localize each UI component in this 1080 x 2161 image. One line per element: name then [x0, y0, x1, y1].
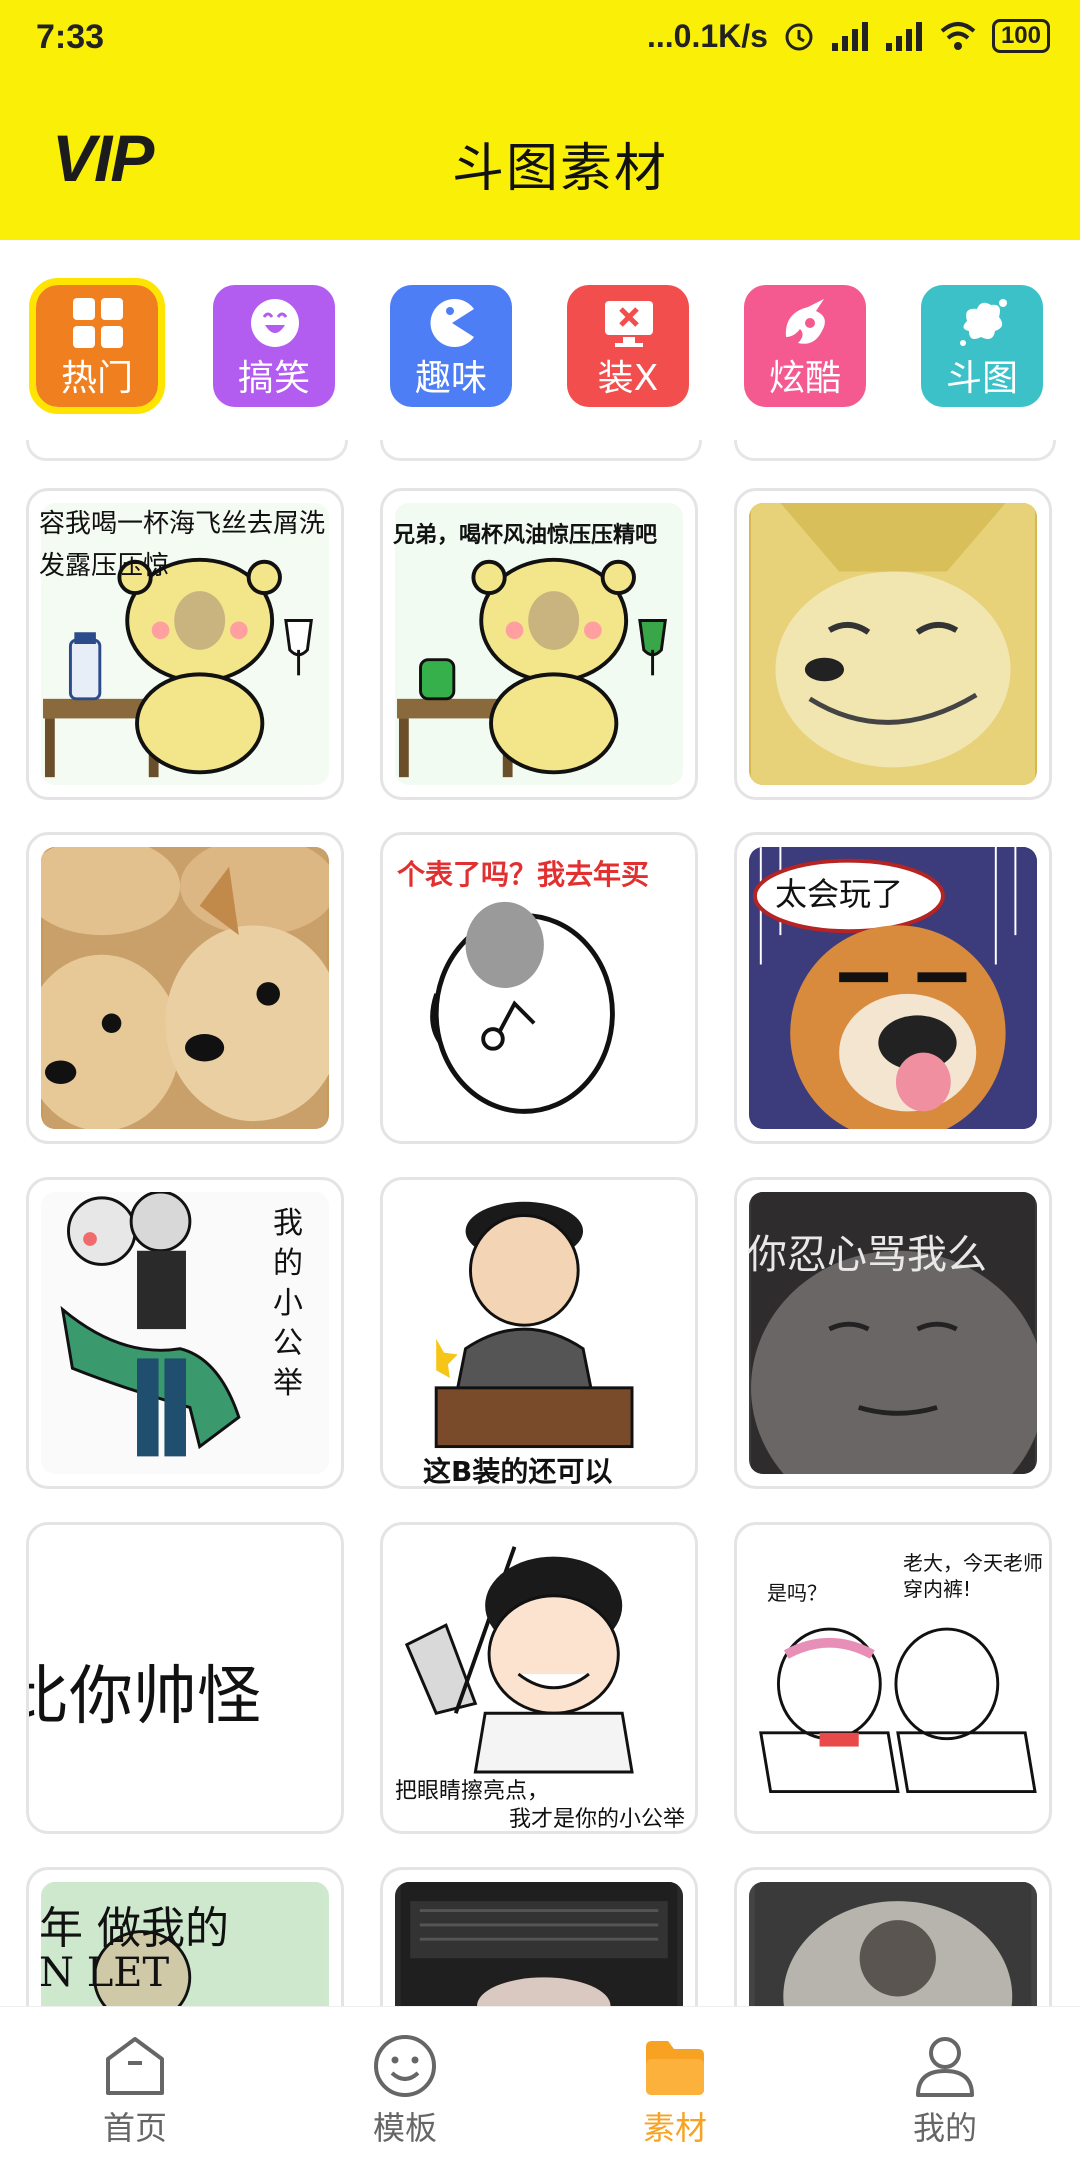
network-speed: ...0.1K/s: [647, 17, 768, 54]
category-interesting[interactable]: 趣味: [390, 285, 512, 407]
fluffy-cat-illustration: [754, 1882, 1032, 2006]
meme-caption: 老大，今天老师: [903, 1551, 1043, 1575]
battery-icon: 100: [991, 19, 1050, 53]
meme-caption: 个表了吗？我去年买: [397, 858, 650, 891]
meme-image: [395, 1882, 683, 2006]
nav-home[interactable]: 首页: [0, 2007, 270, 2161]
battery-level: 100: [1000, 22, 1041, 49]
meme-caption-line2: 我才是你的小公举: [509, 1807, 686, 1832]
person-icon: [916, 2037, 974, 2097]
meme-caption: 年 做我的: [39, 1903, 229, 1954]
caption-char: 举: [273, 1366, 303, 1401]
category-show-off[interactable]: 装X: [567, 285, 689, 407]
meme-card[interactable]: 容我喝一杯海飞丝去屑洗 发露压压惊: [26, 488, 344, 800]
signal-icon-2: [885, 22, 922, 51]
category-meme-battle[interactable]: 斗图: [921, 285, 1043, 407]
meme-card[interactable]: [734, 1867, 1052, 2006]
meme-image: [749, 1882, 1037, 2006]
meme-image: [395, 1192, 683, 1474]
category-label: 炫酷: [768, 358, 841, 399]
nav-mine[interactable]: 我的: [810, 2007, 1080, 2161]
meme-card[interactable]: 你忍心骂我么: [734, 1177, 1052, 1489]
meme-card[interactable]: [26, 832, 344, 1144]
meme-card[interactable]: 这B装的还可以: [380, 1177, 698, 1489]
page-title: 斗图素材: [451, 139, 668, 199]
category-label: 搞笑: [237, 358, 310, 399]
meme-caption: 你忍心骂我么: [747, 1232, 987, 1278]
meme-caption-line2: 发露压压惊: [39, 551, 170, 581]
meme-card[interactable]: 兄弟，喝杯风油惊压压精吧: [380, 488, 698, 800]
nav-materials[interactable]: 素材: [540, 2007, 810, 2161]
meme-card[interactable]: 个表了吗？我去年买: [380, 832, 698, 1144]
grid-icon: [73, 298, 123, 348]
status-time: 7:33: [36, 18, 105, 56]
doge-collage-illustration: [41, 847, 329, 1129]
screen-x-icon: [605, 301, 653, 347]
podium-man-illustration: [434, 1201, 634, 1449]
partial-card: [26, 440, 348, 461]
meme-card[interactable]: [380, 1867, 698, 2006]
nav-label: 首页: [102, 2109, 167, 2147]
meme-card[interactable]: [734, 488, 1052, 800]
meme-card[interactable]: 我 的 小 公 举: [26, 1177, 344, 1489]
signal-icon: [831, 22, 868, 51]
category-funny[interactable]: 搞笑: [213, 285, 335, 407]
alarm-icon: [785, 23, 813, 51]
status-bar-right: ...0.1K/s 100: [647, 14, 1050, 58]
meme-card[interactable]: 年 做我的 N LET: [26, 1867, 344, 2006]
partial-card: [734, 440, 1056, 461]
category-label: 趣味: [414, 358, 487, 399]
splash-icon: [960, 299, 1007, 346]
app-header: 7:33 ...0.1K/s 100 VIP 斗图素材: [0, 0, 1080, 240]
partial-card: [380, 440, 702, 461]
meme-caption: 这B装的还可以: [423, 1455, 613, 1488]
meme-image: [41, 847, 329, 1129]
meme-card[interactable]: 把眼睛擦亮点， 我才是你的小公举: [380, 1522, 698, 1834]
meme-card[interactable]: 比你帅怪: [26, 1522, 344, 1834]
category-label: 装X: [597, 358, 659, 399]
doge-smile-illustration: [751, 503, 1035, 785]
nav-label: 模板: [372, 2109, 437, 2147]
smiley-icon: [374, 2035, 436, 2097]
category-cool[interactable]: 炫酷: [744, 285, 866, 407]
meme-caption: 兄弟，喝杯风油惊压压精吧: [393, 522, 658, 548]
category-label: 斗图: [945, 358, 1018, 399]
nav-label: 素材: [642, 2109, 707, 2147]
caption-char: 的: [273, 1246, 303, 1281]
category-hot[interactable]: 热门: [29, 278, 165, 414]
caption-char: 公: [273, 1326, 303, 1361]
meme-caption: 容我喝一杯海飞丝去屑洗: [39, 509, 326, 539]
meme-caption-vertical: 我 的 小 公 举: [273, 1204, 303, 1404]
meme-caption-line3: 是吗？: [767, 1581, 827, 1605]
category-label: 热门: [60, 358, 133, 399]
nav-templates[interactable]: 模板: [270, 2007, 540, 2161]
meme-caption: 比你帅怪: [26, 1660, 261, 1734]
caption-char: 小: [273, 1286, 303, 1321]
folder-icon: [646, 2041, 704, 2095]
wifi-icon: [940, 22, 976, 50]
meme-caption-line2: N LET: [39, 1950, 170, 1996]
laugh-icon: [251, 299, 299, 347]
category-tabs: 热门 搞笑 趣味 装X 炫酷 斗图: [0, 278, 1080, 415]
meme-card[interactable]: 太会玩了: [734, 832, 1052, 1144]
pacman-icon: [430, 299, 474, 347]
bottom-navigation: 首页 模板 素材 我的: [0, 2006, 1080, 2161]
meme-caption: 太会玩了: [775, 875, 904, 913]
keyboard-illustration: [400, 1882, 678, 2006]
meme-card[interactable]: 老大，今天老师 穿内裤! 是吗？: [734, 1522, 1052, 1834]
flame-icon: [785, 299, 825, 344]
meme-image: [749, 503, 1037, 785]
home-icon: [106, 2037, 164, 2095]
nav-label: 我的: [912, 2109, 977, 2147]
caption-char: 我: [273, 1206, 303, 1241]
